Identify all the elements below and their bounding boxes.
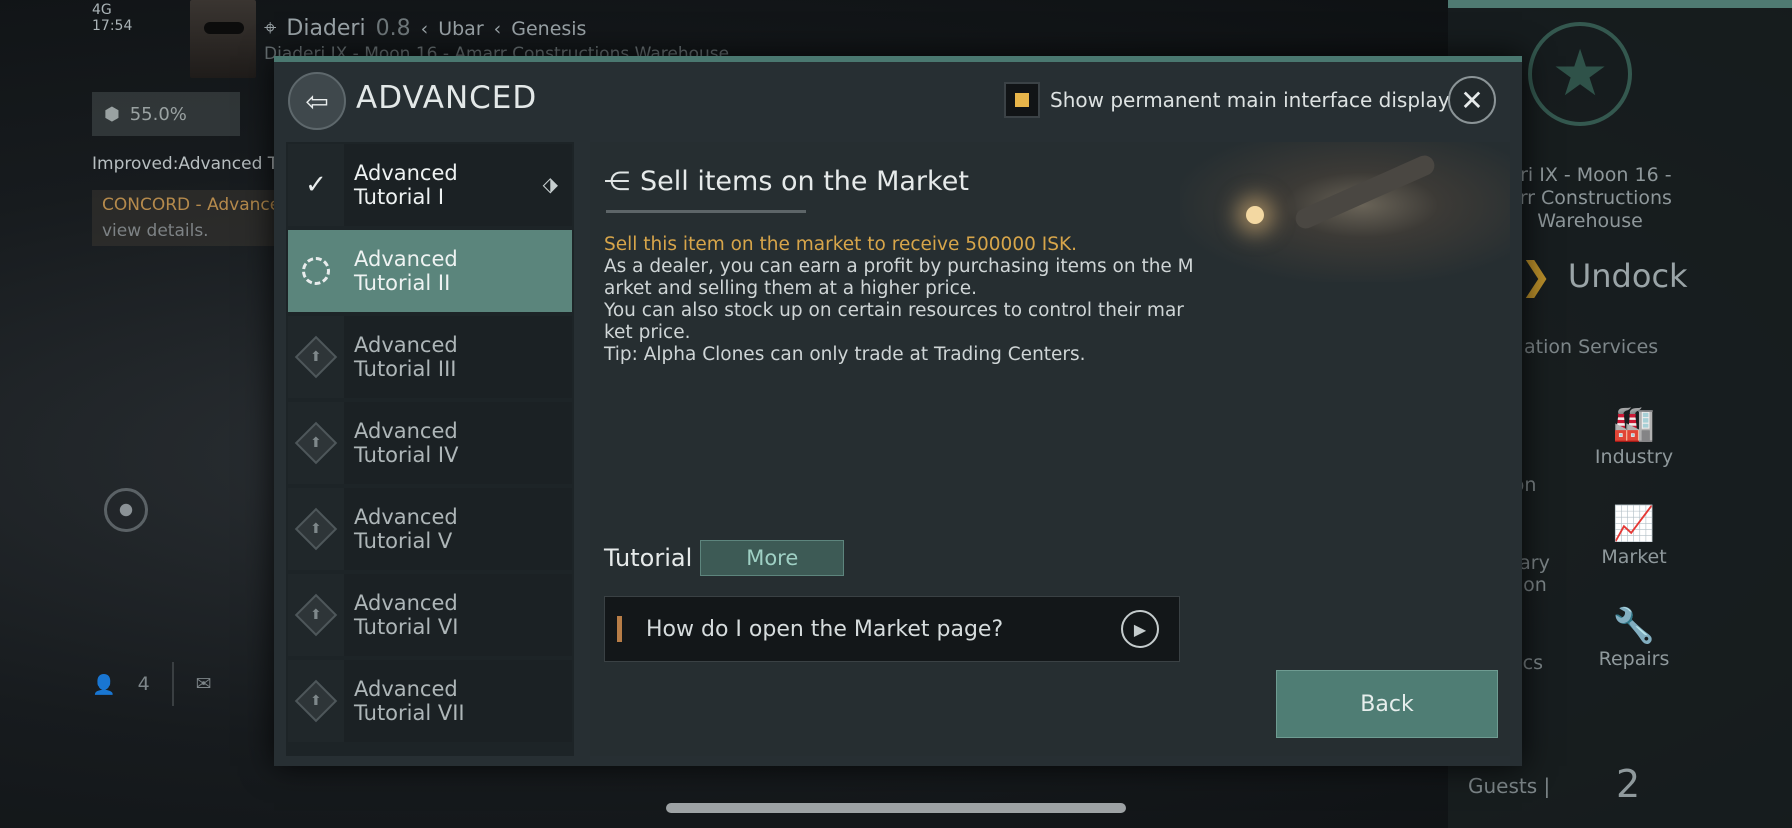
task-line: You can also stock up on certain resourc… bbox=[604, 300, 1184, 343]
permanent-display-toggle[interactable]: Show permanent main interface display bbox=[1004, 82, 1450, 118]
people-icon[interactable]: 👤 bbox=[92, 673, 116, 696]
concord-line: CONCORD - Advance bbox=[102, 195, 281, 215]
factory-icon: 🏭 bbox=[1612, 404, 1656, 444]
system-name: Diaderi bbox=[286, 16, 366, 41]
locked-icon: ⬆ bbox=[294, 593, 338, 637]
tutorial-item[interactable]: Advanced Tutorial II bbox=[288, 230, 572, 312]
locked-icon: ⬆ bbox=[294, 507, 338, 551]
improved-notice: Improved:Advanced T bbox=[92, 154, 279, 174]
security-status: 0.8 bbox=[375, 16, 411, 41]
tutorial-item[interactable]: ⬆ Advanced Tutorial V bbox=[288, 488, 572, 570]
task-objective: Sell this item on the market to receive … bbox=[604, 234, 1077, 255]
tutorial-label: Advanced Tutorial I bbox=[344, 144, 572, 226]
guests-label: Guests | bbox=[1468, 774, 1551, 798]
service-market[interactable]: 📈 Market bbox=[1574, 504, 1694, 568]
people-count: 4 bbox=[137, 673, 150, 695]
dialog-title: ADVANCED bbox=[356, 80, 538, 116]
guests-count: 2 bbox=[1616, 762, 1641, 806]
constellation-name: Genesis bbox=[511, 17, 587, 40]
locked-icon: ⬆ bbox=[294, 421, 338, 465]
howto-label: How do I open the Market page? bbox=[646, 616, 1004, 642]
back-arrow-button[interactable]: ⇦ bbox=[288, 72, 346, 130]
close-button[interactable]: ✕ bbox=[1448, 76, 1496, 124]
cargo-indicator[interactable]: ⬢ 55.0% bbox=[92, 92, 240, 136]
home-indicator[interactable] bbox=[666, 803, 1126, 813]
divider bbox=[171, 662, 174, 706]
title-underline bbox=[606, 210, 806, 213]
network-indicator: 4G bbox=[92, 2, 112, 18]
service-industry[interactable]: 🏭 Industry bbox=[1574, 404, 1694, 468]
tutorial-item[interactable]: ✓ Advanced Tutorial I ⬗ bbox=[288, 144, 572, 226]
checkbox-fill bbox=[1015, 93, 1029, 107]
target-icon[interactable] bbox=[104, 488, 148, 532]
location-breadcrumb[interactable]: ⌖ Diaderi 0.8 ‹ Ubar ‹ Genesis bbox=[264, 16, 586, 41]
service-label: Industry bbox=[1594, 446, 1674, 468]
clock: 17:54 bbox=[92, 18, 133, 34]
tutorial-label: Advanced Tutorial V bbox=[344, 488, 572, 570]
cube-icon: ⬢ bbox=[104, 103, 120, 125]
task-title: Sell items on the Market bbox=[640, 166, 969, 197]
task-line: As a dealer, you can earn a profit by pu… bbox=[604, 256, 1194, 299]
tutorial-label: Tutorial bbox=[604, 544, 693, 572]
chevron-left-icon: ‹ bbox=[493, 17, 502, 40]
left-bottom-bar: 👤 4 ✉ bbox=[92, 662, 212, 706]
checkmark-icon: ✓ bbox=[305, 170, 327, 200]
mail-icon[interactable]: ✉ bbox=[196, 673, 212, 695]
tutorial-content: ⋲ Sell items on the Market Sell this ite… bbox=[590, 142, 1510, 756]
play-icon[interactable]: ▶ bbox=[1121, 610, 1159, 648]
cargo-percent: 55.0% bbox=[129, 103, 187, 125]
permanent-display-label: Show permanent main interface display bbox=[1050, 88, 1450, 112]
station-services-header: ation Services bbox=[1524, 336, 1659, 358]
service-label: Repairs bbox=[1598, 648, 1670, 670]
status-bar: 4G 17:54 bbox=[92, 2, 132, 34]
accent-bar bbox=[617, 616, 622, 642]
howto-video-item[interactable]: How do I open the Market page? ▶ bbox=[604, 596, 1180, 662]
concord-notice[interactable]: CONCORD - Advance view details. bbox=[92, 190, 292, 246]
close-icon: ✕ bbox=[1460, 83, 1484, 117]
in-progress-icon bbox=[302, 257, 330, 285]
region-name: Ubar bbox=[438, 17, 484, 40]
service-label: Market bbox=[1601, 546, 1667, 568]
task-header: ⋲ Sell items on the Market bbox=[604, 166, 969, 197]
tutorial-item[interactable]: ⬆ Advanced Tutorial VI bbox=[288, 574, 572, 656]
corporation-emblem-icon: ★ bbox=[1528, 22, 1632, 126]
more-button[interactable]: More bbox=[700, 540, 845, 576]
tutorial-item[interactable]: ⬆ Advanced Tutorial III bbox=[288, 316, 572, 398]
tutorial-list: ✓ Advanced Tutorial I ⬗ Advanced Tutoria… bbox=[286, 142, 574, 756]
tutorial-label: Advanced Tutorial III bbox=[344, 316, 572, 398]
character-avatar[interactable] bbox=[190, 0, 256, 78]
tutorial-label: Advanced Tutorial II bbox=[344, 230, 572, 312]
tag-icon: ⬗ bbox=[542, 172, 558, 196]
task-description: Sell this item on the market to receive … bbox=[604, 234, 1194, 366]
task-network-icon: ⋲ bbox=[604, 166, 630, 197]
chart-icon: 📈 bbox=[1612, 504, 1656, 544]
station-name: eri IX - Moon 16 - arr Constructions War… bbox=[1508, 164, 1672, 232]
undock-label: Undock bbox=[1567, 257, 1688, 295]
advanced-tutorial-dialog: ⇦ ADVANCED Show permanent main interface… bbox=[274, 56, 1522, 766]
location-pin-icon: ⌖ bbox=[264, 16, 277, 41]
tutorial-label: Advanced Tutorial VI bbox=[344, 574, 572, 656]
tutorial-row: Tutorial More bbox=[604, 540, 845, 576]
service-repairs[interactable]: 🔧 Repairs bbox=[1574, 606, 1694, 670]
checkbox[interactable] bbox=[1004, 82, 1040, 118]
tutorial-item[interactable]: ⬆ Advanced Tutorial VII bbox=[288, 660, 572, 742]
tutorial-label: Advanced Tutorial IV bbox=[344, 402, 572, 484]
chevron-left-icon: ‹ bbox=[420, 17, 429, 40]
station-panel-topbar bbox=[1448, 0, 1792, 8]
tutorial-item[interactable]: ⬆ Advanced Tutorial IV bbox=[288, 402, 572, 484]
undock-button[interactable]: ❯ Undock bbox=[1520, 254, 1688, 298]
locked-icon: ⬆ bbox=[294, 335, 338, 379]
back-button[interactable]: Back bbox=[1276, 670, 1498, 738]
tutorial-label: Advanced Tutorial VII bbox=[344, 660, 572, 742]
wrench-icon: 🔧 bbox=[1612, 606, 1656, 646]
locked-icon: ⬆ bbox=[294, 679, 338, 723]
task-line: Tip: Alpha Clones can only trade at Trad… bbox=[604, 344, 1086, 365]
ship-illustration bbox=[1180, 142, 1510, 282]
concord-details: view details. bbox=[102, 221, 209, 241]
back-arrow-icon: ⇦ bbox=[305, 84, 329, 118]
chevron-right-icon: ❯ bbox=[1520, 254, 1552, 298]
